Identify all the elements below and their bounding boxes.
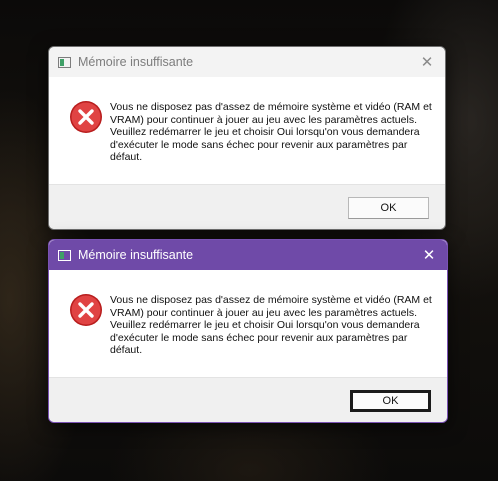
close-icon: ✕ (422, 246, 436, 264)
close-button[interactable]: ✕ (419, 245, 439, 265)
app-window-icon (58, 249, 71, 261)
dialog-title: Mémoire insuffisante (78, 248, 194, 262)
dialog-title: Mémoire insuffisante (78, 55, 194, 69)
ok-button-focused[interactable]: OK (350, 390, 431, 412)
close-button[interactable]: ✕ (417, 52, 437, 72)
dialog-content: Vous ne disposez pas d'assez de mémoire … (49, 270, 447, 377)
error-message: Vous ne disposez pas d'assez de mémoire … (110, 101, 432, 164)
title-bar[interactable]: Mémoire insuffisante ✕ (49, 240, 447, 270)
ok-button[interactable]: OK (348, 197, 429, 219)
close-icon: ✕ (420, 53, 434, 71)
error-message: Vous ne disposez pas d'assez de mémoire … (110, 294, 432, 357)
error-icon (70, 294, 102, 326)
app-window-icon (58, 56, 71, 68)
title-bar[interactable]: Mémoire insuffisante ✕ (49, 47, 445, 77)
error-icon (70, 101, 102, 133)
dialog-content: Vous ne disposez pas d'assez de mémoire … (49, 77, 445, 184)
